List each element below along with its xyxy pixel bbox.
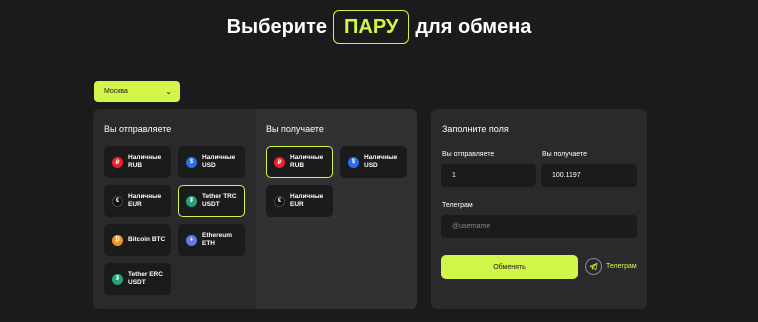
send-option-usdt-erc[interactable]: ₮ Tether ERC USDT bbox=[104, 263, 171, 295]
euro-icon: € bbox=[274, 195, 285, 207]
receive-option-label: Наличные RUB bbox=[290, 154, 324, 169]
receive-amount-input[interactable]: 100.1197 bbox=[541, 164, 637, 187]
telegram-link[interactable]: Телеграм bbox=[585, 258, 637, 275]
telegram-username-input[interactable]: @username bbox=[441, 215, 637, 238]
telegram-icon bbox=[585, 258, 602, 275]
receive-option-label: Наличные USD bbox=[364, 154, 398, 169]
send-option-usd[interactable]: $ Наличные USD bbox=[178, 146, 245, 178]
city-select-value: Москва bbox=[104, 88, 128, 95]
ruble-icon: ₽ bbox=[112, 156, 123, 168]
tether-icon: ₮ bbox=[112, 273, 123, 285]
send-option-label: Наличные USD bbox=[202, 154, 236, 169]
receive-amount-label: Вы получаете bbox=[542, 151, 587, 158]
send-option-label: Tether TRC USDT bbox=[202, 193, 237, 208]
send-option-label: Наличные RUB bbox=[128, 154, 162, 169]
title-after: для обмена bbox=[415, 15, 532, 38]
exchange-button[interactable]: Обменять bbox=[441, 255, 578, 279]
form-panel bbox=[431, 109, 647, 309]
title-before: Выберите bbox=[226, 15, 328, 38]
dollar-icon: $ bbox=[186, 156, 197, 168]
form-title: Заполните поля bbox=[442, 124, 509, 134]
receive-option-usd[interactable]: $ Наличные USD bbox=[340, 146, 407, 178]
send-option-label: Bitcoin BTC bbox=[128, 236, 166, 243]
send-amount-label: Вы отправляете bbox=[442, 151, 495, 158]
city-select[interactable]: Москва ⌄ bbox=[94, 81, 180, 102]
bitcoin-icon: ₿ bbox=[112, 234, 123, 246]
send-title: Вы отправляете bbox=[104, 124, 172, 134]
send-option-usdt-trc[interactable]: ₮ Tether TRC USDT bbox=[178, 185, 245, 217]
send-option-btc[interactable]: ₿ Bitcoin BTC bbox=[104, 224, 171, 256]
receive-option-label: Наличные EUR bbox=[290, 193, 324, 208]
euro-icon: € bbox=[112, 195, 123, 207]
title-highlight: ПАРУ bbox=[333, 10, 410, 44]
send-option-eth[interactable]: ♦ Ethereum ETH bbox=[178, 224, 245, 256]
send-amount-input[interactable]: 1 bbox=[441, 164, 536, 187]
send-option-label: Ethereum ETH bbox=[202, 232, 232, 247]
dollar-icon: $ bbox=[348, 156, 359, 168]
send-option-label: Tether ERC USDT bbox=[128, 271, 163, 286]
receive-option-eur[interactable]: € Наличные EUR bbox=[266, 185, 333, 217]
telegram-link-label: Телеграм bbox=[606, 263, 637, 270]
ethereum-icon: ♦ bbox=[186, 234, 197, 246]
send-option-rub[interactable]: ₽ Наличные RUB bbox=[104, 146, 171, 178]
send-option-eur[interactable]: € Наличные EUR bbox=[104, 185, 171, 217]
send-option-label: Наличные EUR bbox=[128, 193, 162, 208]
telegram-field-label: Телеграм bbox=[442, 202, 473, 209]
ruble-icon: ₽ bbox=[274, 156, 285, 168]
chevron-down-icon: ⌄ bbox=[165, 86, 172, 96]
receive-option-rub[interactable]: ₽ Наличные RUB bbox=[266, 146, 333, 178]
page-title: Выберите ПАРУ для обмена bbox=[0, 10, 758, 44]
receive-title: Вы получаете bbox=[266, 124, 324, 134]
tether-icon: ₮ bbox=[186, 195, 197, 207]
